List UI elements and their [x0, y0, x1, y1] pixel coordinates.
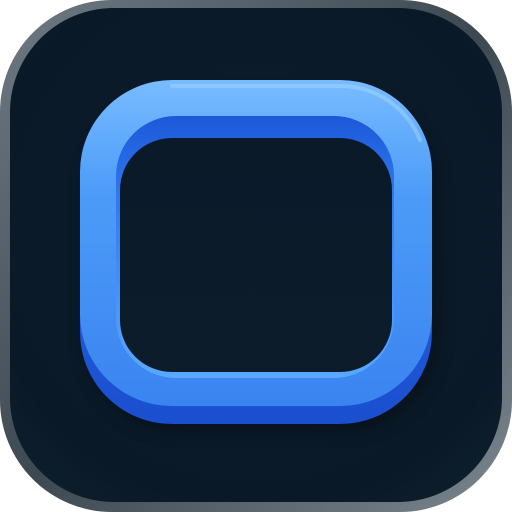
app-icon [0, 0, 512, 512]
frame-hole [120, 138, 392, 372]
app-icon-canvas [0, 0, 512, 512]
